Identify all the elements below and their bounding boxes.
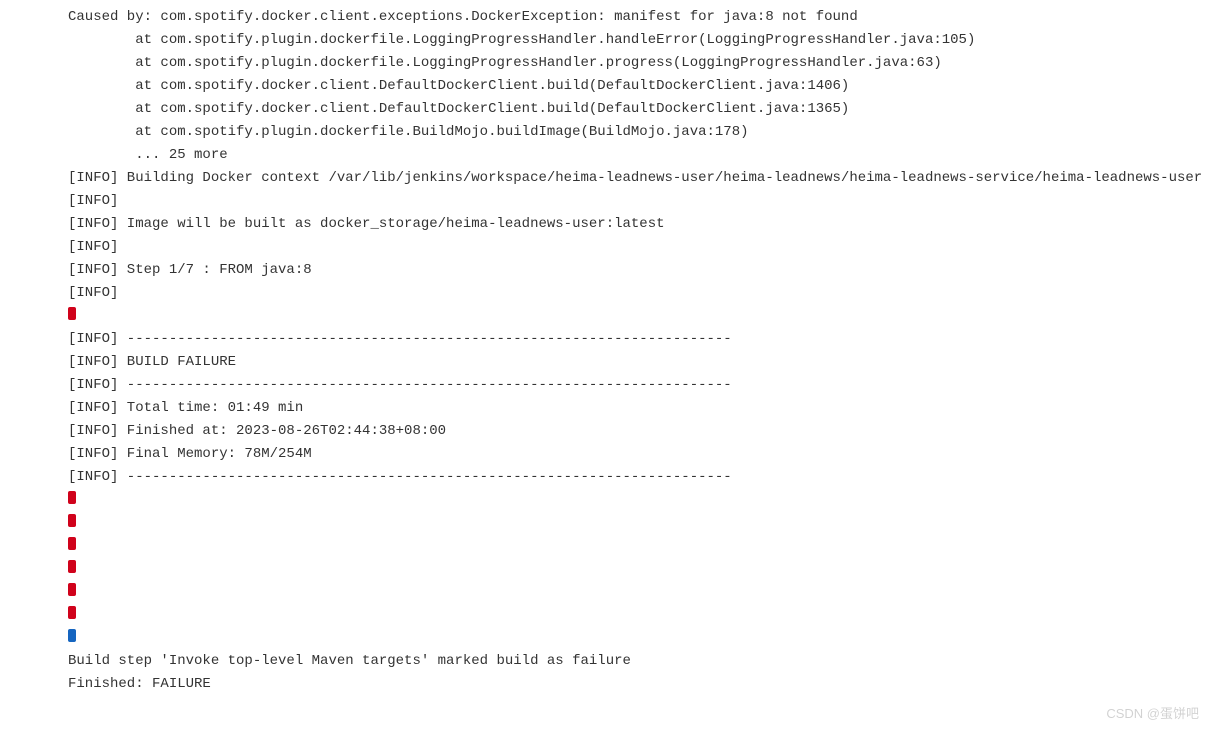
console-line: at com.spotify.docker.client.DefaultDock… — [68, 98, 1209, 121]
console-line — [68, 535, 1209, 558]
console-line: [INFO] Building Docker context /var/lib/… — [68, 167, 1209, 190]
console-line — [68, 581, 1209, 604]
console-line: [INFO] ---------------------------------… — [68, 328, 1209, 351]
console-line: ... 25 more — [68, 144, 1209, 167]
info-marker-icon — [68, 629, 76, 642]
console-line — [68, 627, 1209, 650]
console-line: [INFO] Step 1/7 : FROM java:8 — [68, 259, 1209, 282]
console-line — [68, 305, 1209, 328]
error-marker-icon — [68, 307, 76, 320]
console-line: [INFO] Total time: 01:49 min — [68, 397, 1209, 420]
console-line: [INFO] — [68, 282, 1209, 305]
error-marker-icon — [68, 583, 76, 596]
console-line: [INFO] Final Memory: 78M/254M — [68, 443, 1209, 466]
console-line: at com.spotify.plugin.dockerfile.Logging… — [68, 29, 1209, 52]
console-line — [68, 604, 1209, 627]
console-line: Finished: FAILURE — [68, 673, 1209, 696]
console-line: Caused by: com.spotify.docker.client.exc… — [68, 6, 1209, 29]
console-line: [INFO] Finished at: 2023-08-26T02:44:38+… — [68, 420, 1209, 443]
console-line: [INFO] ---------------------------------… — [68, 374, 1209, 397]
error-marker-icon — [68, 491, 76, 504]
console-line: [INFO] Image will be built as docker_sto… — [68, 213, 1209, 236]
console-line: [INFO] — [68, 236, 1209, 259]
console-line: at com.spotify.docker.client.DefaultDock… — [68, 75, 1209, 98]
console-line — [68, 512, 1209, 535]
console-output: Caused by: com.spotify.docker.client.exc… — [0, 0, 1209, 716]
console-line — [68, 489, 1209, 512]
error-marker-icon — [68, 537, 76, 550]
error-marker-icon — [68, 606, 76, 619]
console-line: [INFO] ---------------------------------… — [68, 466, 1209, 489]
error-marker-icon — [68, 514, 76, 527]
error-marker-icon — [68, 560, 76, 573]
console-line: [INFO] — [68, 190, 1209, 213]
console-line — [68, 558, 1209, 581]
console-line: at com.spotify.plugin.dockerfile.Logging… — [68, 52, 1209, 75]
console-line: [INFO] BUILD FAILURE — [68, 351, 1209, 374]
console-line: Build step 'Invoke top-level Maven targe… — [68, 650, 1209, 673]
console-line: at com.spotify.plugin.dockerfile.BuildMo… — [68, 121, 1209, 144]
